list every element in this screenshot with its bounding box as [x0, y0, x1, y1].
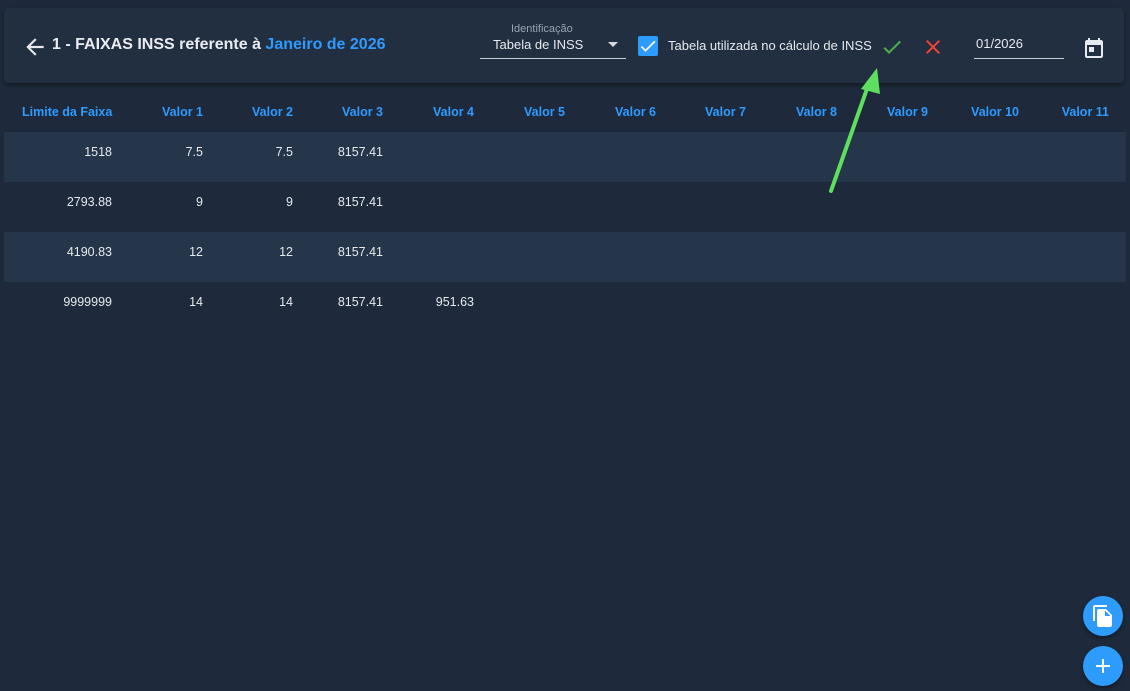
- table-cell: 4190.83: [66, 245, 112, 259]
- identificacao-label: Identificação: [511, 23, 573, 35]
- faixas-table: Limite da Faixa Valor 1 Valor 2 Valor 3 Valo…: [4, 94, 1126, 332]
- table-cell: 14: [189, 295, 203, 309]
- table-cell: 8157.41: [337, 145, 383, 159]
- table-header: Limite da Faixa Valor 1 Valor 2 Valor 3 Valo…: [4, 94, 1126, 132]
- table-cell: 8157.41: [337, 245, 383, 259]
- table-body: 1518 7.5 7.5 8157.41 2793.88 9 9 8157.41 4190.83…: [4, 132, 1126, 332]
- table-cell: 9: [286, 195, 293, 209]
- add-button[interactable]: [1083, 646, 1123, 686]
- copy-button[interactable]: [1083, 596, 1123, 636]
- title-month: Janeiro de 2026: [265, 36, 386, 53]
- column-header[interactable]: Valor 9: [838, 105, 928, 119]
- close-icon: [926, 40, 940, 54]
- column-header[interactable]: Valor 4: [384, 105, 474, 119]
- checkbox-label: Tabela utilizada no cálculo de INSS: [668, 38, 872, 53]
- table-row[interactable]: 4190.83 12 12 8157.41: [4, 232, 1126, 282]
- calendar-icon: [1085, 38, 1103, 58]
- column-header[interactable]: Valor 2: [203, 105, 293, 119]
- confirm-button[interactable]: [880, 35, 904, 59]
- table-cell: 951.63: [435, 295, 474, 309]
- cancel-button[interactable]: [921, 35, 945, 59]
- identificacao-value: Tabela de INSS: [493, 37, 584, 52]
- arrow-left-icon: [26, 38, 44, 56]
- title-prefix: 1 - FAIXAS INSS referente à: [52, 36, 261, 53]
- column-header[interactable]: Valor 10: [929, 105, 1019, 119]
- checkmark-icon: [640, 40, 656, 52]
- caret-down-icon: [608, 42, 618, 47]
- identificacao-select[interactable]: Tabela de INSS: [480, 35, 626, 59]
- column-header[interactable]: Valor 6: [566, 105, 656, 119]
- table-cell: 12: [189, 245, 203, 259]
- table-cell: 7.5: [275, 145, 293, 159]
- table-cell: 14: [279, 295, 293, 309]
- column-header[interactable]: Limite da Faixa: [22, 105, 112, 119]
- plus-icon: [1096, 659, 1110, 673]
- table-cell: 9: [196, 195, 203, 209]
- tabela-inss-checkbox[interactable]: [638, 36, 658, 56]
- check-icon: [883, 40, 901, 54]
- column-header[interactable]: Valor 5: [475, 105, 565, 119]
- competencia-date-input[interactable]: 01/2026: [974, 34, 1064, 59]
- back-button[interactable]: [22, 34, 48, 60]
- column-header[interactable]: Valor 1: [113, 105, 203, 119]
- copy-icon: [1093, 605, 1112, 627]
- table-cell: 8157.41: [337, 195, 383, 209]
- column-header[interactable]: Valor 11: [1019, 105, 1109, 119]
- calendar-button[interactable]: [1082, 36, 1106, 60]
- column-header[interactable]: Valor 7: [656, 105, 746, 119]
- column-header[interactable]: Valor 3: [293, 105, 383, 119]
- table-cell: 7.5: [185, 145, 203, 159]
- table-row[interactable]: 9999999 14 14 8157.41 951.63: [4, 282, 1126, 332]
- table-cell: 2793.88: [66, 195, 112, 209]
- page-title: 1 - FAIXAS INSS referente à Janeiro de 2…: [52, 36, 386, 54]
- date-value: 01/2026: [976, 36, 1023, 51]
- top-toolbar: 1 - FAIXAS INSS referente à Janeiro de 2…: [4, 8, 1124, 83]
- table-row[interactable]: 2793.88 9 9 8157.41: [4, 182, 1126, 232]
- table-cell: 9999999: [63, 295, 112, 309]
- table-row[interactable]: 1518 7.5 7.5 8157.41: [4, 132, 1126, 182]
- table-cell: 1518: [84, 145, 112, 159]
- table-cell: 8157.41: [337, 295, 383, 309]
- column-header[interactable]: Valor 8: [747, 105, 837, 119]
- table-cell: 12: [279, 245, 293, 259]
